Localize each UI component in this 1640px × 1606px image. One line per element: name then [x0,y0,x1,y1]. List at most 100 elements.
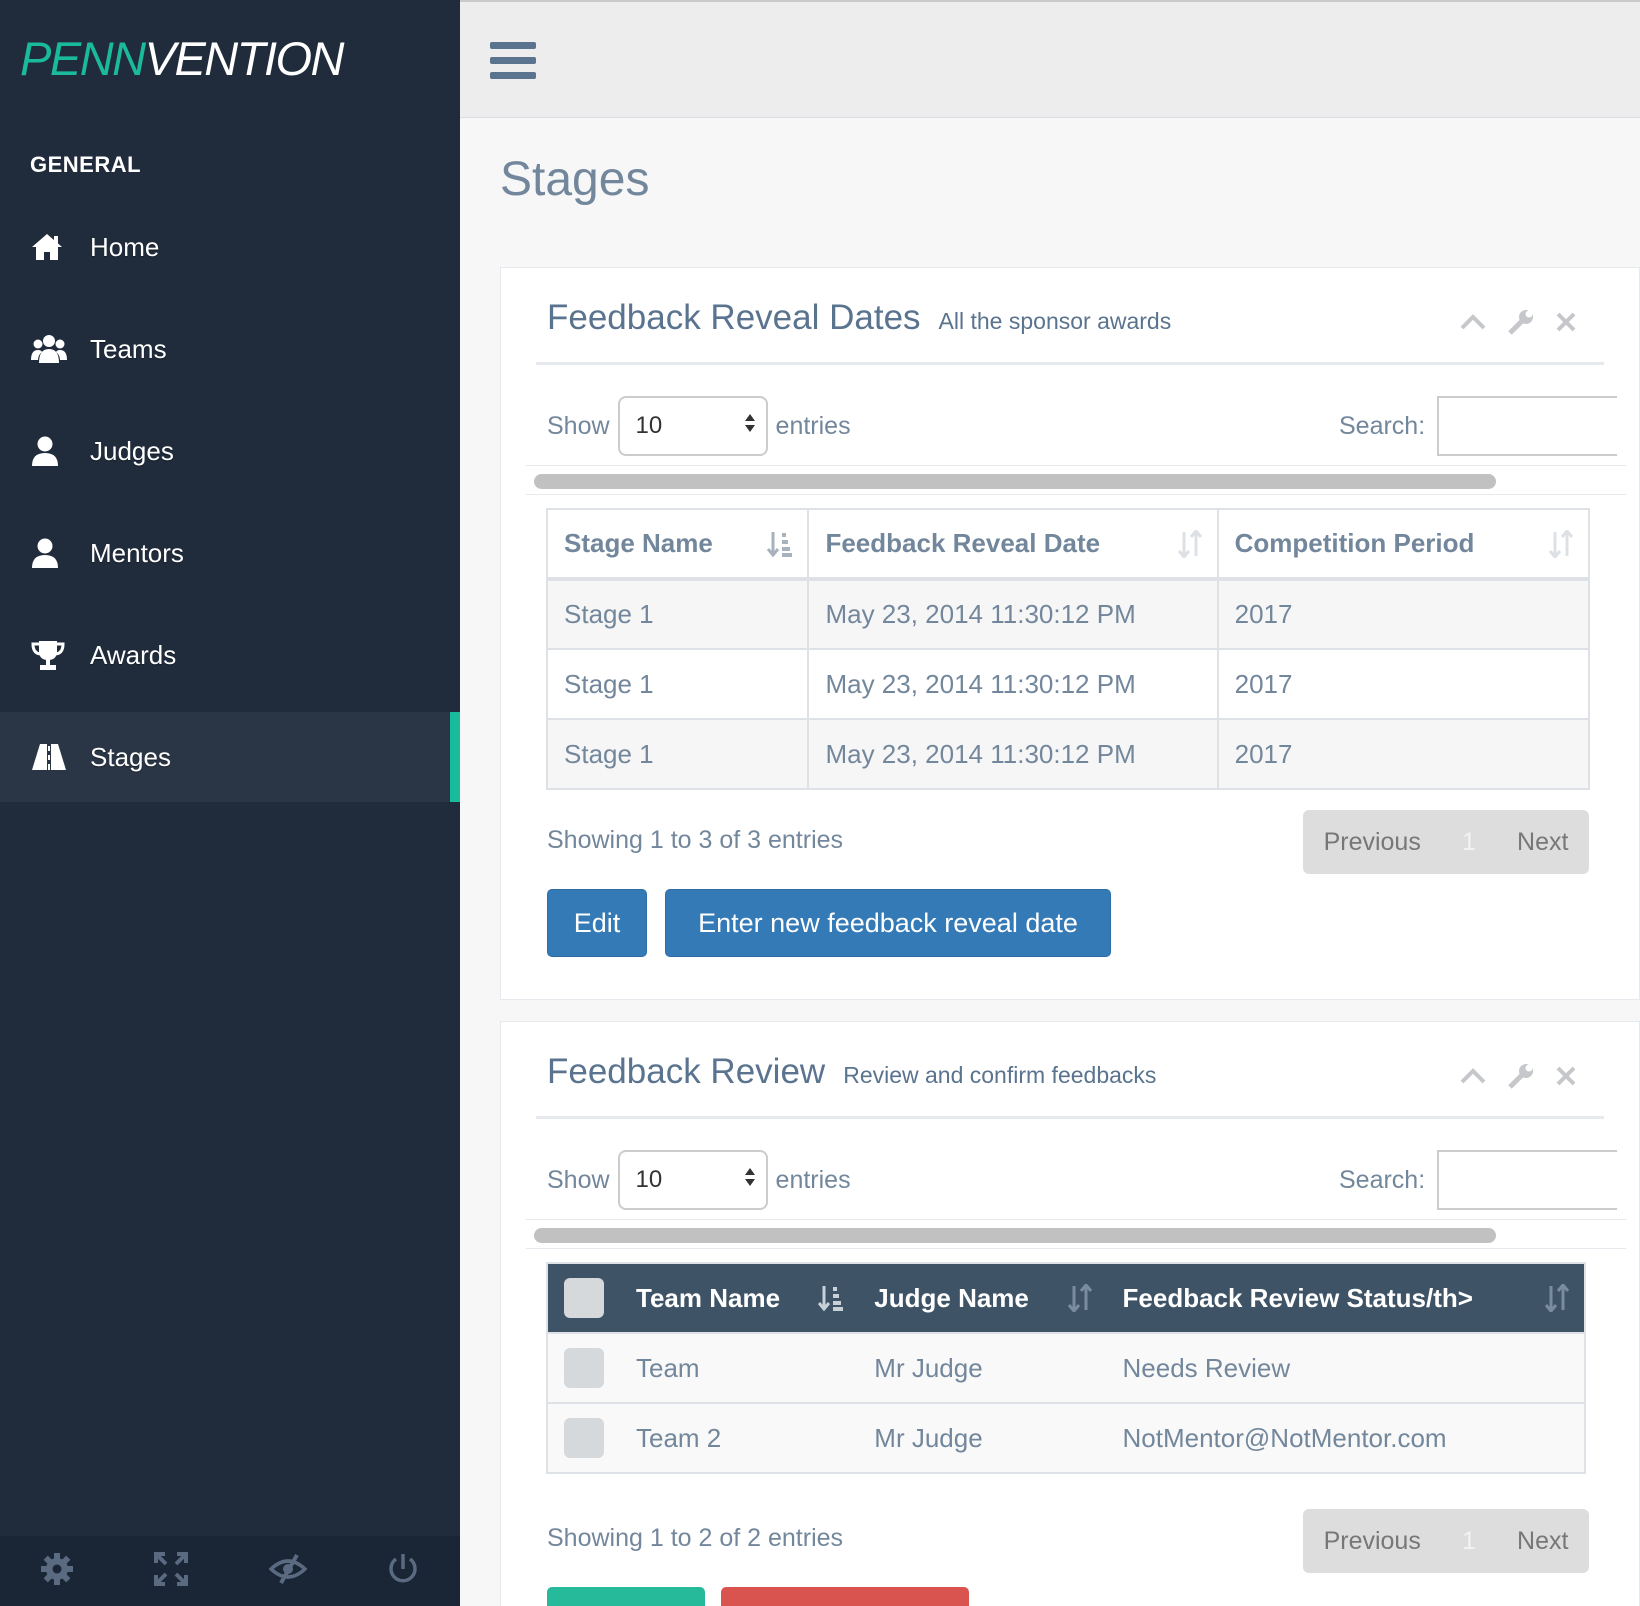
cell-competition-period: 2017 [1216,578,1591,650]
horizontal-scrollbar[interactable] [526,465,1626,495]
column-header-label: Competition Period [1234,528,1475,558]
cell-feedback-review-status: Needs Review [1106,1332,1585,1403]
entries-label: entries [775,411,851,440]
column-header-stage-name[interactable]: Stage Name [545,508,810,581]
sidebar-section-title: GENERAL [30,152,142,177]
table-row[interactable]: Stage 1 May 23, 2014 11:30:12 PM 2017 [545,648,1591,720]
panel-toolbox [1459,1062,1577,1095]
sidebar: PENNVENTION GENERAL Home Teams Judges Me… [0,0,460,1606]
search-input[interactable] [1437,396,1618,456]
select-arrows-icon [744,411,756,442]
eye-slash-icon[interactable] [268,1553,308,1590]
sidebar-item-home[interactable]: Home [0,196,460,298]
row-checkbox[interactable] [564,1418,604,1458]
column-header-label: Team Name [636,1282,781,1313]
pagination-previous[interactable]: Previous [1324,828,1421,857]
column-header-feedback-reveal-date[interactable]: Feedback Reveal Date [807,508,1219,581]
column-header-label: Judge Name [874,1282,1029,1313]
column-header-team-name[interactable]: Team Name [620,1263,858,1333]
pagination-page[interactable]: 1 [1462,828,1476,857]
page-length-select[interactable]: 10 [617,396,768,456]
pagination: Previous 1 Next [1303,1509,1589,1573]
sort-both-icon [1177,528,1203,565]
sidebar-item-label: Judges [90,435,174,466]
power-icon[interactable] [386,1552,420,1591]
select-arrows-icon [744,1165,756,1196]
row-checkbox[interactable] [564,1348,604,1388]
home-icon [30,232,90,262]
column-header-judge-name[interactable]: Judge Name [858,1263,1106,1333]
sidebar-item-awards[interactable]: Awards [0,604,460,706]
column-header-label: Feedback Review Status/th> [1122,1282,1473,1313]
sidebar-item-judges[interactable]: Judges [0,400,460,502]
search-label: Search: [1339,411,1426,440]
settings-icon[interactable] [40,1552,74,1591]
reject-button[interactable] [721,1587,969,1606]
chevron-up-icon[interactable] [1459,1066,1487,1091]
close-icon[interactable] [1555,1065,1577,1092]
trophy-icon [30,639,90,671]
wrench-icon[interactable] [1507,308,1535,341]
panel-title: Feedback Reveal Dates All the sponsor awa… [547,298,1171,338]
pagination-previous[interactable]: Previous [1324,1527,1421,1556]
brand-logo[interactable]: PENNVENTION [20,28,345,89]
feedback-review-table: Team Name Judge Name Feedback Review Sta… [546,1262,1586,1474]
table-row[interactable]: Stage 1 May 23, 2014 11:30:12 PM 2017 [545,718,1591,790]
pagination-next[interactable]: Next [1517,1527,1568,1556]
table-row[interactable]: Team Mr Judge Needs Review [547,1332,1585,1403]
sort-asc-icon [767,530,793,565]
cell-stage-name: Stage 1 [545,648,810,720]
cell-competition-period: 2017 [1216,648,1591,720]
sidebar-item-teams[interactable]: Teams [0,298,460,400]
menu-toggle-icon[interactable] [490,40,536,85]
page-length-select[interactable]: 10 [617,1150,768,1210]
horizontal-scrollbar[interactable] [526,1219,1626,1249]
page-title: Stages [500,153,650,206]
select-all-checkbox[interactable] [564,1278,604,1318]
cell-select [547,1332,620,1403]
search-control: Search: [1339,1150,1618,1210]
panel-subtitle: Review and confirm feedbacks [843,1062,1157,1088]
entries-label: entries [775,1165,851,1194]
column-header-select [547,1263,620,1333]
scrollbar-thumb[interactable] [534,474,1496,489]
user-icon [30,435,90,467]
wrench-icon[interactable] [1507,1062,1535,1095]
cell-team-name: Team [620,1332,859,1403]
cell-stage-name: Stage 1 [545,718,810,790]
sidebar-item-mentors[interactable]: Mentors [0,502,460,604]
close-icon[interactable] [1555,311,1577,338]
cell-feedback-review-status: NotMentor@NotMentor.com [1106,1402,1585,1473]
chevron-up-icon[interactable] [1459,312,1487,337]
sort-asc-icon [818,1284,844,1319]
sidebar-item-label: Teams [90,333,167,364]
pagination-page[interactable]: 1 [1462,1527,1476,1556]
new-feedback-reveal-date-button[interactable]: Enter new feedback reveal date [665,889,1111,957]
panel-title-text: Feedback Reveal Dates [547,298,921,337]
brand-part1: PENN [20,32,146,85]
top-nav [460,0,1640,118]
cell-competition-period: 2017 [1216,718,1591,790]
cell-select [547,1402,620,1473]
road-icon [30,742,90,772]
sort-both-icon [1544,1282,1570,1319]
pagination-next[interactable]: Next [1517,828,1568,857]
show-label: Show [547,1165,610,1194]
search-label: Search: [1339,1165,1426,1194]
confirm-button[interactable] [547,1587,705,1606]
edit-button[interactable]: Edit [547,889,647,957]
sidebar-item-label: Awards [90,639,177,670]
fullscreen-icon[interactable] [153,1551,189,1592]
table-row[interactable]: Team 2 Mr Judge NotMentor@NotMentor.com [547,1402,1585,1473]
sidebar-nav: Home Teams Judges Mentors Awards Stages [0,196,460,802]
column-header-label: Feedback Reveal Date [825,528,1101,558]
search-input[interactable] [1437,1150,1618,1210]
column-header-feedback-review-status[interactable]: Feedback Review Status/th> [1107,1263,1585,1333]
column-header-competition-period[interactable]: Competition Period [1216,508,1591,581]
table-row[interactable]: Stage 1 May 23, 2014 11:30:12 PM 2017 [545,578,1591,650]
sidebar-item-stages[interactable]: Stages [0,712,460,802]
scrollbar-thumb[interactable] [534,1228,1496,1243]
panel-title: Feedback Review Review and confirm feedba… [547,1052,1156,1092]
page-length-value: 10 [635,1166,663,1193]
sidebar-item-label: Mentors [90,537,184,568]
